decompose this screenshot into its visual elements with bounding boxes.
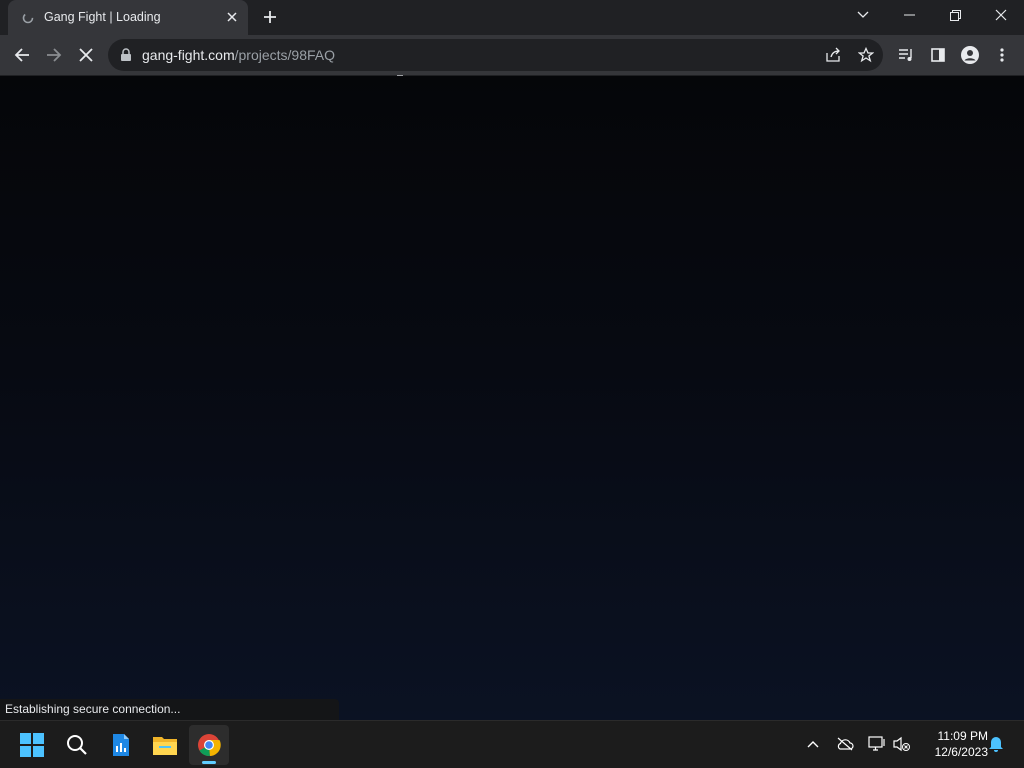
close-icon — [995, 9, 1007, 21]
windows-start-icon — [20, 733, 44, 757]
arrow-right-icon — [47, 48, 62, 62]
star-icon[interactable] — [856, 45, 876, 65]
active-app-indicator — [202, 761, 216, 764]
tab-close-icon[interactable] — [224, 9, 240, 25]
address-bar[interactable]: gang-fight.com/projects/98FAQ — [108, 39, 883, 71]
profile-icon — [961, 46, 979, 64]
clock[interactable]: 11:09 PM 12/6/2023 — [918, 728, 988, 760]
browser-tab[interactable]: Gang Fight | Loading — [8, 0, 248, 35]
search-icon — [67, 735, 87, 755]
windows-taskbar: 11:09 PM 12/6/2023 — [0, 720, 1024, 768]
loading-favicon-icon — [22, 11, 34, 24]
share-icon[interactable] — [823, 45, 843, 65]
status-bubble: Establishing secure connection... — [0, 699, 339, 720]
clock-time: 11:09 PM — [937, 729, 988, 743]
restore-icon — [949, 9, 961, 21]
more-vert-icon — [1000, 48, 1004, 62]
notifications-button[interactable] — [985, 733, 1007, 755]
plus-icon — [264, 11, 276, 23]
browser-toolbar: gang-fight.com/projects/98FAQ — [0, 35, 1024, 91]
arrow-left-icon — [14, 48, 29, 62]
bell-icon — [989, 737, 1003, 752]
side-panel-button[interactable] — [924, 41, 952, 69]
docs-app-button[interactable] — [101, 725, 141, 765]
url-host: gang-fight.com — [142, 47, 235, 63]
forward-button[interactable] — [40, 41, 68, 69]
stop-button[interactable] — [72, 41, 100, 69]
media-queue-icon — [899, 49, 912, 61]
tab-search-icon — [857, 11, 869, 18]
minimize-icon — [903, 14, 915, 16]
close-window-button[interactable] — [978, 0, 1024, 30]
new-tab-button[interactable] — [258, 5, 282, 29]
chrome-icon — [198, 734, 221, 757]
show-hidden-icons-button[interactable] — [802, 733, 824, 755]
chevron-up-icon — [807, 741, 819, 748]
volume-button[interactable] — [891, 733, 913, 755]
back-button[interactable] — [8, 41, 36, 69]
menu-button[interactable] — [988, 41, 1016, 69]
stop-loading-icon — [79, 48, 93, 62]
search-button[interactable] — [57, 725, 97, 765]
url-path: /projects/98FAQ — [234, 47, 335, 63]
onedrive-button[interactable] — [834, 733, 856, 755]
page-viewport: Establishing secure connection... — [0, 76, 1024, 720]
profile-button[interactable] — [956, 41, 984, 69]
tab-search-button[interactable] — [840, 0, 886, 30]
chrome-taskbar-button[interactable] — [189, 725, 229, 765]
clock-date: 12/6/2023 — [934, 745, 988, 759]
side-panel-icon — [931, 48, 945, 62]
network-button[interactable] — [866, 733, 888, 755]
network-icon — [868, 736, 885, 751]
file-explorer-icon — [153, 737, 177, 755]
url-text[interactable]: gang-fight.com/projects/98FAQ — [142, 47, 335, 63]
media-queue-button[interactable] — [892, 41, 920, 69]
start-button[interactable] — [12, 725, 52, 765]
lock-icon[interactable] — [120, 48, 132, 62]
minimize-button[interactable] — [886, 0, 932, 30]
restore-button[interactable] — [932, 0, 978, 30]
docs-app-icon — [113, 734, 129, 756]
volume-muted-icon — [893, 736, 910, 752]
cloud-offline-icon — [837, 737, 854, 751]
file-explorer-button[interactable] — [145, 725, 185, 765]
tab-title: Gang Fight | Loading — [44, 10, 161, 24]
browser-tab-strip: Gang Fight | Loading — [0, 0, 1024, 35]
